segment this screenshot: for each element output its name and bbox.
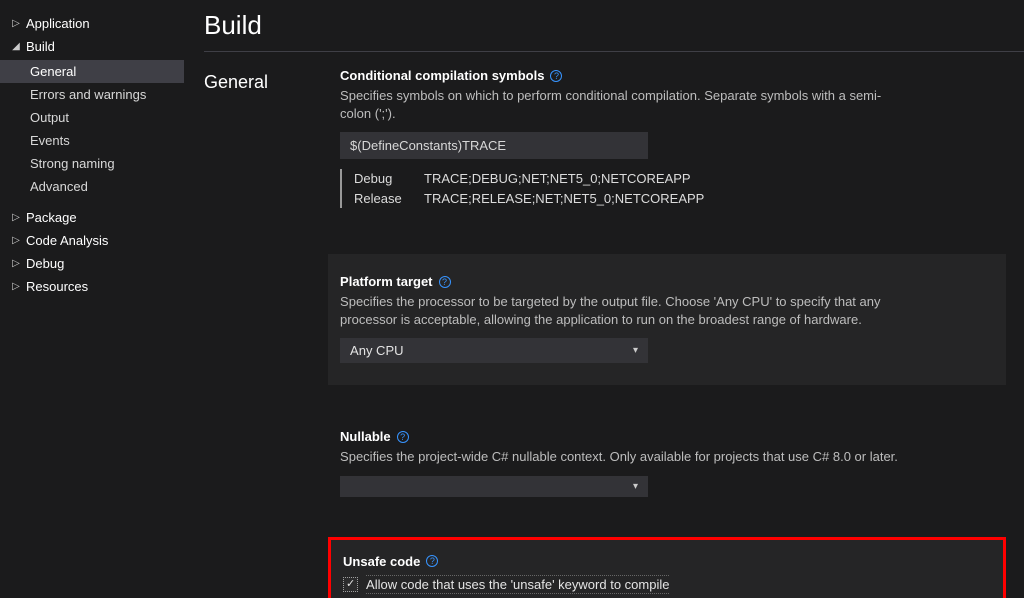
chevron-right-icon: ▷ [12,259,20,269]
nav-sub-build: General Errors and warnings Output Event… [0,60,184,198]
nav-group-label: Debug [26,256,64,271]
nav-group-resources[interactable]: ▷ Resources [0,275,184,298]
checkbox-label: Allow code that uses the 'unsafe' keywor… [366,575,669,594]
config-value: TRACE;RELEASE;NET;NET5_0;NETCOREAPP [424,189,704,209]
setting-description: Specifies the processor to be targeted b… [340,293,900,328]
page-title: Build [204,10,1024,52]
nav-group-debug[interactable]: ▷ Debug [0,252,184,275]
setting-description: Specifies symbols on which to perform co… [340,87,900,122]
chevron-down-icon: ▾ [633,481,638,492]
config-row-debug: Debug TRACE;DEBUG;NET;NET5_0;NETCOREAPP [354,169,982,189]
nav-item-strong-naming[interactable]: Strong naming [0,152,184,175]
nav-group-label: Code Analysis [26,233,108,248]
nullable-dropdown[interactable]: ▾ [340,476,648,497]
config-key: Release [354,189,408,209]
nav-item-events[interactable]: Events [0,129,184,152]
dropdown-value: Any CPU [350,343,403,358]
nav-item-general[interactable]: General [0,60,184,83]
nav-group-package[interactable]: ▷ Package [0,206,184,229]
nav-group-application[interactable]: ▷ Application [0,12,184,35]
config-key: Debug [354,169,408,189]
chevron-down-icon: ◢ [12,42,20,52]
config-row-release: Release TRACE;RELEASE;NET;NET5_0;NETCORE… [354,189,982,209]
help-icon[interactable]: ? [550,70,562,82]
section-title: General [204,68,268,598]
unsafe-code-checkbox[interactable]: ✓ [343,577,358,592]
setting-conditional-compilation-symbols: Conditional compilation symbols ? Specif… [328,68,1006,230]
nav-item-output[interactable]: Output [0,106,184,129]
setting-label: Conditional compilation symbols [340,68,544,83]
setting-platform-target: Platform target ? Specifies the processo… [328,254,1006,385]
setting-description: Specifies the project-wide C# nullable c… [340,448,900,466]
nav-group-label: Package [26,210,77,225]
sidebar: ▷ Application ◢ Build General Errors and… [0,0,184,598]
help-icon[interactable]: ? [397,431,409,443]
nav-group-label: Application [26,16,90,31]
setting-label: Unsafe code [343,554,420,569]
nav-group-label: Build [26,39,55,54]
chevron-down-icon: ▾ [633,345,638,356]
setting-nullable: Nullable ? Specifies the project-wide C#… [328,409,1006,519]
config-value: TRACE;DEBUG;NET;NET5_0;NETCOREAPP [424,169,691,189]
chevron-right-icon: ▷ [12,19,20,29]
help-icon[interactable]: ? [439,276,451,288]
setting-label: Platform target [340,274,432,289]
setting-label: Nullable [340,429,391,444]
chevron-right-icon: ▷ [12,282,20,292]
help-icon[interactable]: ? [426,555,438,567]
chevron-right-icon: ▷ [12,236,20,246]
platform-target-dropdown[interactable]: Any CPU ▾ [340,338,648,363]
setting-unsafe-code-highlighted: Unsafe code ? ✓ Allow code that uses the… [328,537,1006,598]
config-table: Debug TRACE;DEBUG;NET;NET5_0;NETCOREAPP … [340,169,982,208]
chevron-right-icon: ▷ [12,213,20,223]
nav-group-label: Resources [26,279,88,294]
nav-item-errors-warnings[interactable]: Errors and warnings [0,83,184,106]
conditional-symbols-input[interactable]: $(DefineConstants)TRACE [340,132,648,159]
nav-group-code-analysis[interactable]: ▷ Code Analysis [0,229,184,252]
main-content: Build General Conditional compilation sy… [184,0,1024,598]
nav-item-advanced[interactable]: Advanced [0,175,184,198]
nav-group-build[interactable]: ◢ Build [0,35,184,58]
